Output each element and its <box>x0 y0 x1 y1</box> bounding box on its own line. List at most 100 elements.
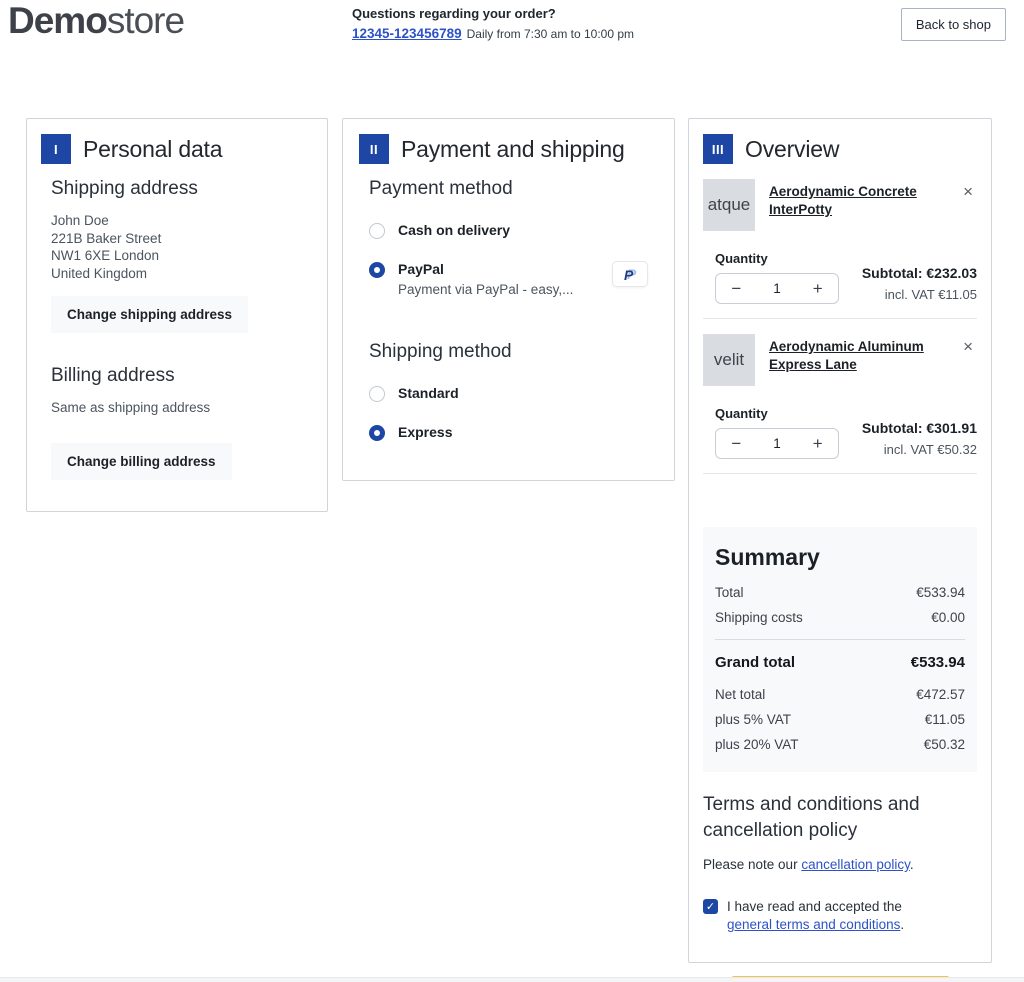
remove-item-icon[interactable]: × <box>963 338 973 355</box>
vat20-value: €50.32 <box>924 737 965 752</box>
shipping-address-heading: Shipping address <box>51 178 303 200</box>
quantity-value: 1 <box>757 281 798 296</box>
general-terms-link[interactable]: general terms and conditions <box>727 917 900 932</box>
terms-checkbox[interactable]: ✓ <box>703 899 718 914</box>
increase-quantity-icon[interactable]: + <box>797 279 838 299</box>
billing-address-value: Same as shipping address <box>51 399 303 417</box>
accept-prefix: I have read and accepted the <box>727 899 902 914</box>
cart-item-2: velit Aerodynamic Aluminum Express Lane … <box>703 334 977 474</box>
note-suffix: . <box>910 857 914 872</box>
cart-item-1-bottom: Quantity − 1 + Subtotal: €232.03 incl. V… <box>715 251 977 304</box>
service-hours: Daily from 7:30 am to 10:00 pm <box>467 27 634 41</box>
radio-paypal[interactable] <box>369 262 385 278</box>
radio-cash-on-delivery[interactable] <box>369 223 385 239</box>
terms-acceptance-text: I have read and accepted the general ter… <box>727 898 904 934</box>
step-2-badge: II <box>359 134 389 164</box>
summary-row-total: Total €533.94 <box>715 585 965 600</box>
summary-title: Summary <box>715 544 965 571</box>
address-country: United Kingdom <box>51 265 303 283</box>
standard-label: Standard <box>398 385 459 401</box>
shipping-option-standard[interactable]: Standard <box>369 385 648 402</box>
quantity-stepper[interactable]: − 1 + <box>715 273 839 304</box>
shipping-costs-value: €0.00 <box>931 610 965 625</box>
vat20-label: plus 20% VAT <box>715 737 799 752</box>
product-name-link[interactable]: Aerodynamic Concrete InterPotty <box>769 179 959 231</box>
address-city: NW1 6XE London <box>51 247 303 265</box>
overview-title: Overview <box>745 136 839 163</box>
overview-header: III Overview <box>703 134 977 164</box>
address-street: 221B Baker Street <box>51 230 303 248</box>
order-summary-panel: Summary Total €533.94 Shipping costs €0.… <box>703 527 977 772</box>
payment-shipping-title: Payment and shipping <box>401 136 625 163</box>
decrease-quantity-icon[interactable]: − <box>716 434 757 454</box>
logo-bold-part: Demo <box>8 0 107 41</box>
payment-shipping-card: II Payment and shipping Payment method C… <box>342 118 675 481</box>
quantity-value: 1 <box>757 436 798 451</box>
subtotal-value: €232.03 <box>926 265 977 281</box>
header-contact-block: Questions regarding your order? 12345-12… <box>352 6 634 41</box>
cart-item-2-bottom: Quantity − 1 + Subtotal: €301.91 incl. V… <box>715 406 977 459</box>
phone-link[interactable]: 12345-123456789 <box>352 26 462 41</box>
item-subtotal: Subtotal: €232.03 <box>862 265 977 281</box>
store-logo[interactable]: Demostore <box>8 0 184 42</box>
payment-option-cash[interactable]: Cash on delivery <box>369 222 648 239</box>
vat5-value: €11.05 <box>925 712 965 727</box>
cash-on-delivery-label: Cash on delivery <box>398 222 510 238</box>
personal-data-header: I Personal data <box>41 134 303 164</box>
item-totals: Subtotal: €232.03 incl. VAT €11.05 <box>862 265 977 304</box>
paypal-option-text: PayPal Payment via PayPal - easy,... <box>398 261 599 297</box>
increase-quantity-icon[interactable]: + <box>797 434 838 454</box>
quantity-label: Quantity <box>715 406 839 421</box>
remove-item-icon[interactable]: × <box>963 183 973 200</box>
vat5-label: plus 5% VAT <box>715 712 791 727</box>
address-name: John Doe <box>51 212 303 230</box>
checkout-page: Demostore Questions regarding your order… <box>0 0 1024 982</box>
overview-card: III Overview atque Aerodynamic Concrete … <box>688 118 992 963</box>
step-3-badge: III <box>703 134 733 164</box>
shipping-option-express[interactable]: Express <box>369 424 648 441</box>
note-prefix: Please note our <box>703 857 801 872</box>
item-vat: incl. VAT €11.05 <box>862 287 977 302</box>
quantity-stepper[interactable]: − 1 + <box>715 428 839 459</box>
cancellation-policy-link[interactable]: cancellation policy <box>801 857 910 872</box>
subtotal-label: Subtotal: <box>862 265 923 281</box>
subtotal-value: €301.91 <box>926 420 977 436</box>
item-subtotal: Subtotal: €301.91 <box>862 420 977 436</box>
radio-standard[interactable] <box>369 386 385 402</box>
subtotal-label: Subtotal: <box>862 420 923 436</box>
total-value: €533.94 <box>916 585 965 600</box>
summary-divider <box>715 639 965 640</box>
back-to-shop-button[interactable]: Back to shop <box>901 8 1006 41</box>
questions-title: Questions regarding your order? <box>352 6 634 21</box>
contact-line: 12345-123456789 Daily from 7:30 am to 10:… <box>352 26 634 41</box>
product-thumbnail: velit <box>703 334 755 386</box>
accept-suffix: . <box>900 917 904 932</box>
payment-shipping-header: II Payment and shipping <box>359 134 648 164</box>
product-name-link[interactable]: Aerodynamic Aluminum Express Lane <box>769 334 959 386</box>
terms-heading: Terms and conditions and cancellation po… <box>703 792 977 844</box>
decrease-quantity-icon[interactable]: − <box>716 279 757 299</box>
grand-total-label: Grand total <box>715 654 795 671</box>
billing-address-heading: Billing address <box>51 365 303 387</box>
step-1-badge: I <box>41 134 71 164</box>
payment-option-paypal[interactable]: PayPal Payment via PayPal - easy,... P P <box>369 261 648 297</box>
quantity-block: Quantity − 1 + <box>715 406 839 459</box>
item-totals: Subtotal: €301.91 incl. VAT €50.32 <box>862 420 977 459</box>
summary-row-net-total: Net total €472.57 <box>715 687 965 702</box>
summary-row-vat20: plus 20% VAT €50.32 <box>715 737 965 752</box>
paypal-label: PayPal <box>398 261 599 277</box>
change-billing-address-button[interactable]: Change billing address <box>51 443 232 480</box>
payment-method-heading: Payment method <box>369 178 648 200</box>
paypal-icon: P P <box>612 261 648 287</box>
personal-data-title: Personal data <box>83 136 222 163</box>
paypal-p-glyph: P <box>624 267 633 283</box>
cancellation-note: Please note our cancellation policy. <box>703 857 977 872</box>
footer-strip <box>0 977 1024 982</box>
cart-item-2-controls: Quantity − 1 + Subtotal: €301.91 incl. V… <box>703 406 977 459</box>
summary-row-grand-total: Grand total €533.94 <box>715 654 965 671</box>
quantity-block: Quantity − 1 + <box>715 251 839 304</box>
change-shipping-address-button[interactable]: Change shipping address <box>51 296 248 333</box>
net-total-label: Net total <box>715 687 765 702</box>
cart-item-1-controls: Quantity − 1 + Subtotal: €232.03 incl. V… <box>703 251 977 304</box>
radio-express[interactable] <box>369 425 385 441</box>
